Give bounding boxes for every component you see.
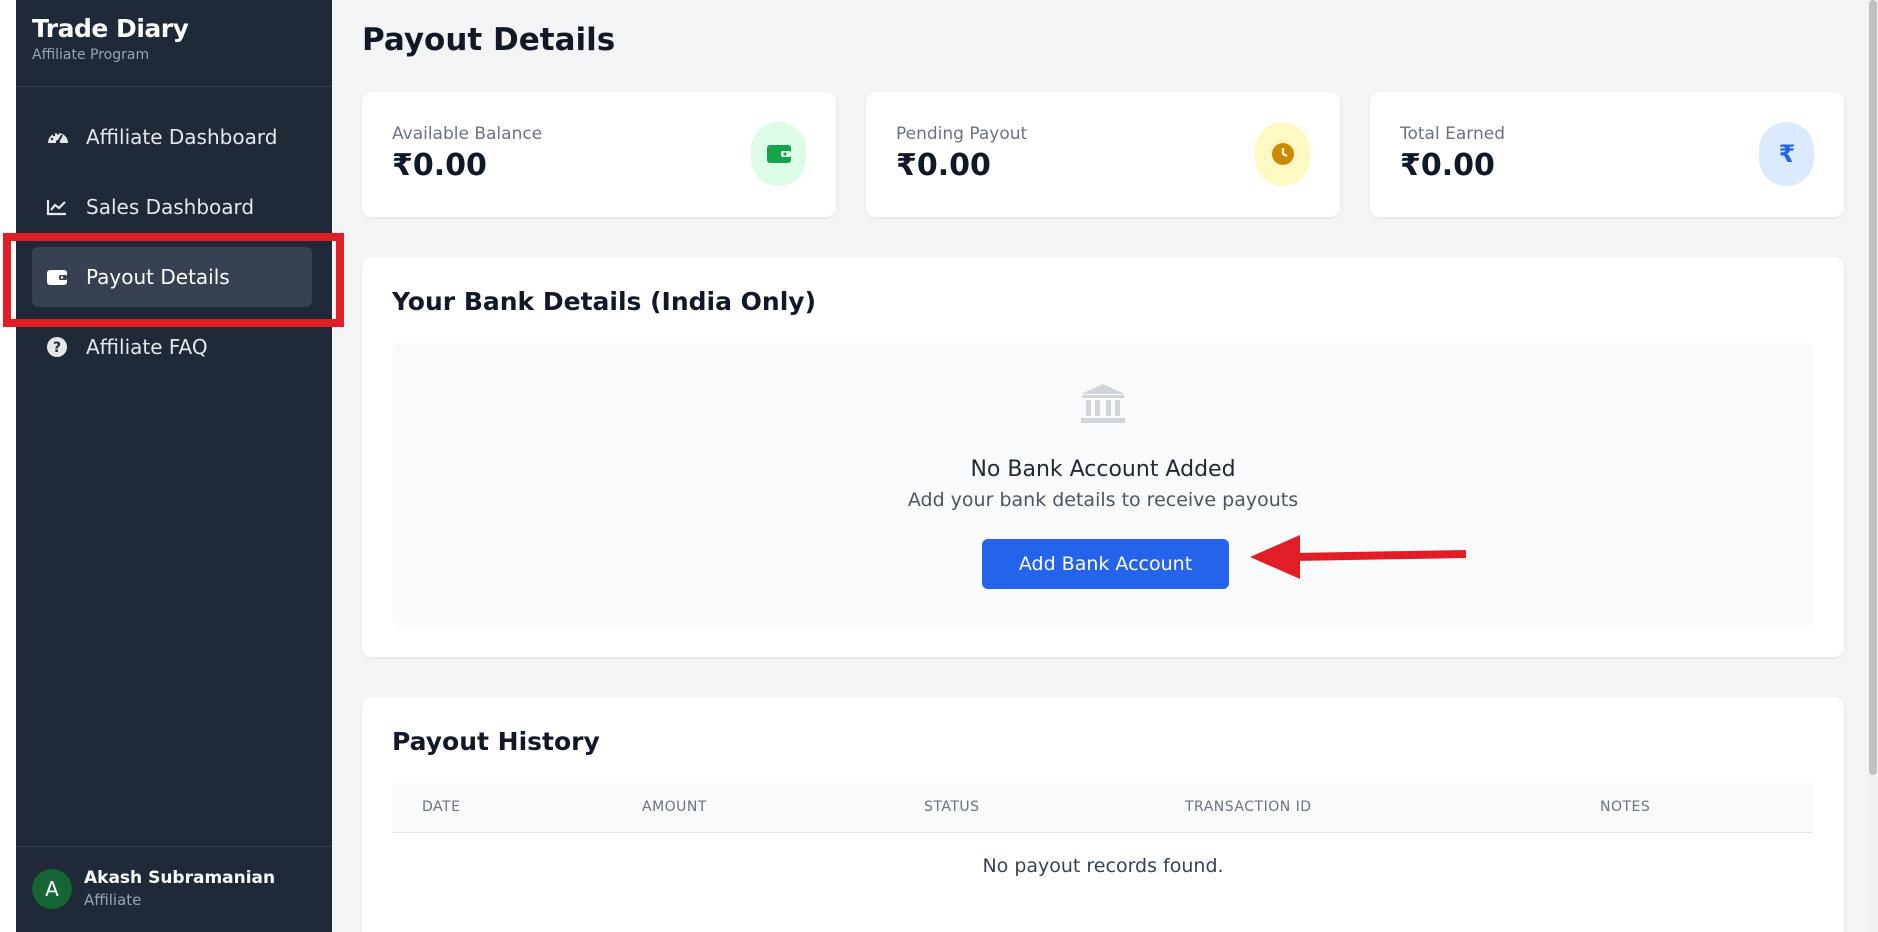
svg-text:₹: ₹ bbox=[1778, 141, 1795, 167]
svg-text:?: ? bbox=[53, 340, 61, 356]
brand: Trade Diary Affiliate Program bbox=[32, 14, 189, 63]
rupee-icon: ₹ bbox=[1759, 122, 1814, 186]
window-left-edge bbox=[0, 0, 16, 932]
payout-history-panel: Payout History DATE AMOUNT STATUS TRANSA… bbox=[362, 697, 1844, 932]
sidebar: Trade Diary Affiliate Program Affiliate … bbox=[16, 0, 332, 932]
stat-card-total-earned: Total Earned ₹0.00 ₹ bbox=[1370, 92, 1844, 217]
question-circle-icon: ? bbox=[46, 335, 74, 359]
sidebar-item-label: Affiliate Dashboard bbox=[86, 125, 278, 149]
table-header: DATE AMOUNT STATUS TRANSACTION ID NOTES bbox=[392, 783, 1814, 833]
column-header-status: STATUS bbox=[924, 799, 980, 815]
payout-history-title: Payout History bbox=[392, 727, 600, 756]
brand-title: Trade Diary bbox=[32, 14, 189, 43]
stat-value: ₹0.00 bbox=[392, 148, 487, 183]
bank-empty-state: No Bank Account Added Add your bank deta… bbox=[392, 343, 1814, 627]
chart-line-icon bbox=[46, 195, 74, 219]
column-header-date: DATE bbox=[422, 799, 461, 815]
divider bbox=[16, 86, 332, 87]
user-name: Akash Subramanian bbox=[84, 868, 276, 888]
stat-card-pending-payout: Pending Payout ₹0.00 bbox=[866, 92, 1340, 217]
add-bank-account-button[interactable]: Add Bank Account bbox=[982, 539, 1229, 589]
sidebar-item-sales-dashboard[interactable]: Sales Dashboard bbox=[32, 177, 312, 237]
stat-value: ₹0.00 bbox=[896, 148, 991, 183]
stat-value: ₹0.00 bbox=[1400, 148, 1495, 183]
column-header-transaction-id: TRANSACTION ID bbox=[1185, 799, 1312, 815]
empty-state-title: No Bank Account Added bbox=[970, 457, 1236, 482]
empty-state-subtitle: Add your bank details to receive payouts bbox=[907, 489, 1299, 511]
bank-details-panel: Your Bank Details (India Only) No Bank A… bbox=[362, 257, 1844, 657]
avatar: A bbox=[32, 868, 72, 909]
stat-card-available-balance: Available Balance ₹0.00 bbox=[362, 92, 836, 217]
bank-icon bbox=[1079, 383, 1127, 429]
stat-label: Available Balance bbox=[392, 124, 543, 144]
page-title: Payout Details bbox=[362, 22, 616, 58]
stat-label: Total Earned bbox=[1400, 124, 1505, 144]
arrow-annotation bbox=[1250, 535, 1467, 579]
brand-subtitle: Affiliate Program bbox=[32, 47, 150, 63]
empty-table-message: No payout records found. bbox=[982, 855, 1224, 877]
sidebar-item-affiliate-dashboard[interactable]: Affiliate Dashboard bbox=[32, 107, 312, 167]
gauge-icon bbox=[46, 125, 74, 149]
user-profile[interactable]: A Akash Subramanian Affiliate bbox=[32, 868, 275, 909]
scrollbar-thumb[interactable] bbox=[1869, 0, 1877, 775]
column-header-notes: NOTES bbox=[1600, 799, 1651, 815]
stat-label: Pending Payout bbox=[896, 124, 1028, 144]
sidebar-item-label: Affiliate FAQ bbox=[86, 335, 208, 359]
column-header-amount: AMOUNT bbox=[642, 799, 707, 815]
scrollbar[interactable] bbox=[1868, 0, 1878, 932]
main-content: Payout Details Available Balance ₹0.00 P… bbox=[332, 0, 1868, 932]
wallet-icon bbox=[751, 122, 806, 186]
sidebar-item-label: Sales Dashboard bbox=[86, 195, 255, 219]
bank-details-title: Your Bank Details (India Only) bbox=[392, 287, 817, 316]
divider bbox=[16, 846, 332, 847]
highlight-annotation bbox=[3, 233, 344, 327]
user-role: Affiliate bbox=[84, 891, 142, 909]
clock-icon bbox=[1255, 122, 1310, 186]
